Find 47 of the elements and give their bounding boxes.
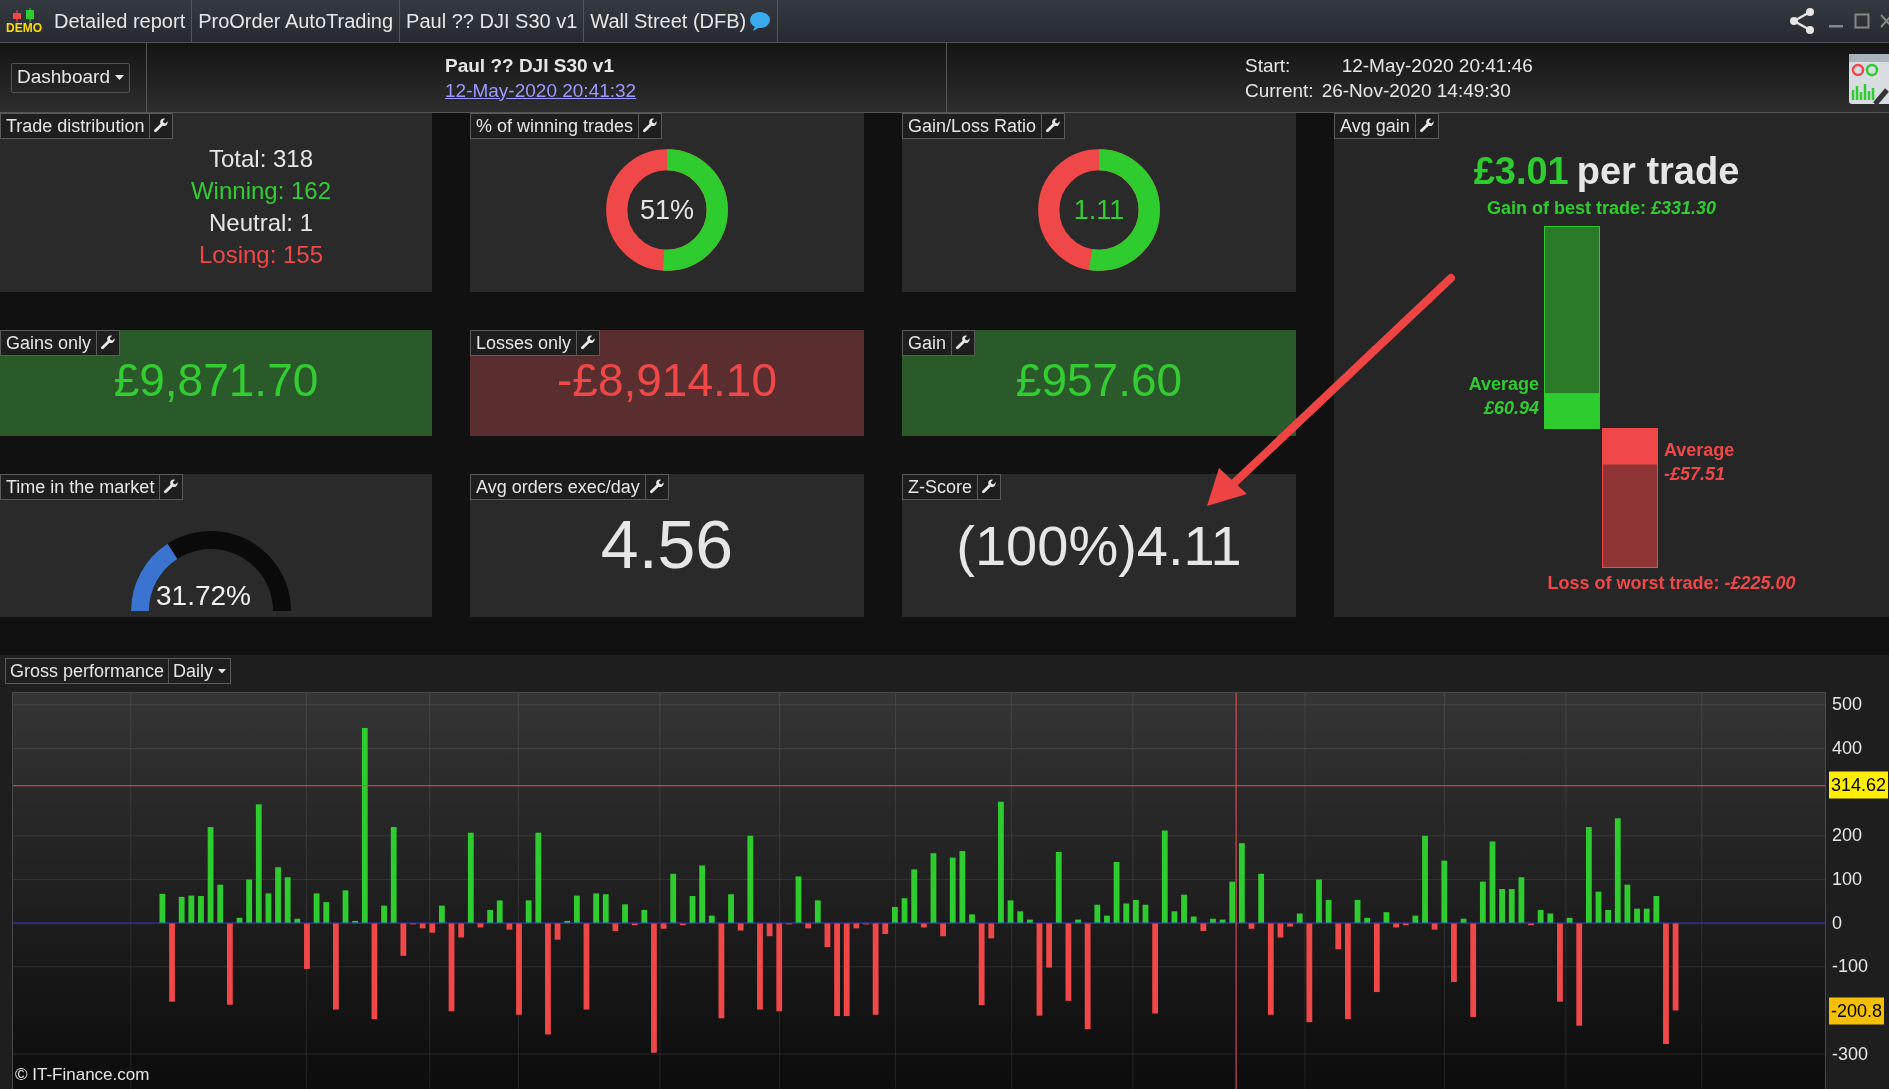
start-value: 12-May-2020 20:41:46 (1340, 53, 1533, 78)
axis-label: 0 (1832, 911, 1842, 935)
chart-title: Gross performance (5, 658, 170, 684)
copyright-text: © IT-Finance.com (15, 1063, 150, 1086)
axis-label: 400 (1832, 736, 1863, 760)
donut-value: 51% (640, 195, 694, 225)
average-gain-label: Average (1468, 373, 1539, 396)
panel-title: Losses only (475, 332, 573, 355)
axis-label: -300 (1832, 1042, 1869, 1066)
strategy-name: Paul ?? DJI S30 v1 (445, 53, 615, 78)
average-gain-value: £60.94 (1483, 397, 1539, 420)
amount-value: £9,871.70 (113, 353, 319, 408)
panel-title: Time in the market (5, 476, 156, 499)
trade-count: Neutral: 1 (208, 208, 314, 238)
panel-title: Gains only (5, 332, 93, 355)
orders-value: 4.56 (600, 505, 734, 584)
average-loss-label: Average (1664, 439, 1735, 462)
avg-gain-amount: £3.01 (1473, 149, 1569, 193)
axis-label: -100 (1832, 954, 1869, 978)
trade-count: Winning: 162 (190, 176, 332, 206)
panel-title: Gain (907, 332, 948, 355)
worst-trade-text: Loss of worst trade: -£225.00 (1547, 572, 1796, 595)
panel-title: Gain/Loss Ratio (907, 115, 1038, 138)
panel-title: Avg gain (1339, 115, 1411, 138)
average-loss-value: -£57.51 (1664, 463, 1726, 486)
axis-label: 100 (1832, 867, 1863, 891)
avg-gain-suffix: per trade (1576, 149, 1740, 193)
axis-label: 200 (1832, 823, 1863, 847)
panel-title: % of winning trades (475, 115, 635, 138)
panel-title: Z-Score (907, 476, 973, 499)
best-trade-text: Gain of best trade: £331.30 (1486, 197, 1718, 220)
amount-value: £957.60 (1015, 353, 1183, 408)
z-score-value: (100%)4.11 (956, 513, 1242, 579)
value-marker: 314.62 (1829, 771, 1889, 799)
gauge-value: 31.72% (156, 579, 251, 613)
current-value: 26-Nov-2020 14:49:30 (1321, 78, 1512, 103)
axis-label: 500 (1832, 692, 1863, 716)
panel-title: Trade distribution (5, 115, 146, 138)
amount-value: -£8,914.10 (557, 353, 777, 408)
trade-count: Total: 318 (208, 144, 314, 174)
value-marker: -200.8 (1829, 997, 1885, 1025)
panel-title: Avg orders exec/day (475, 476, 641, 499)
donut-value: 1.11 (1073, 195, 1125, 225)
logo-text: DEMO (6, 22, 42, 34)
start-label: Start: (1245, 53, 1292, 78)
trade-count: Losing: 155 (198, 240, 324, 270)
current-label: Current: (1245, 78, 1314, 103)
